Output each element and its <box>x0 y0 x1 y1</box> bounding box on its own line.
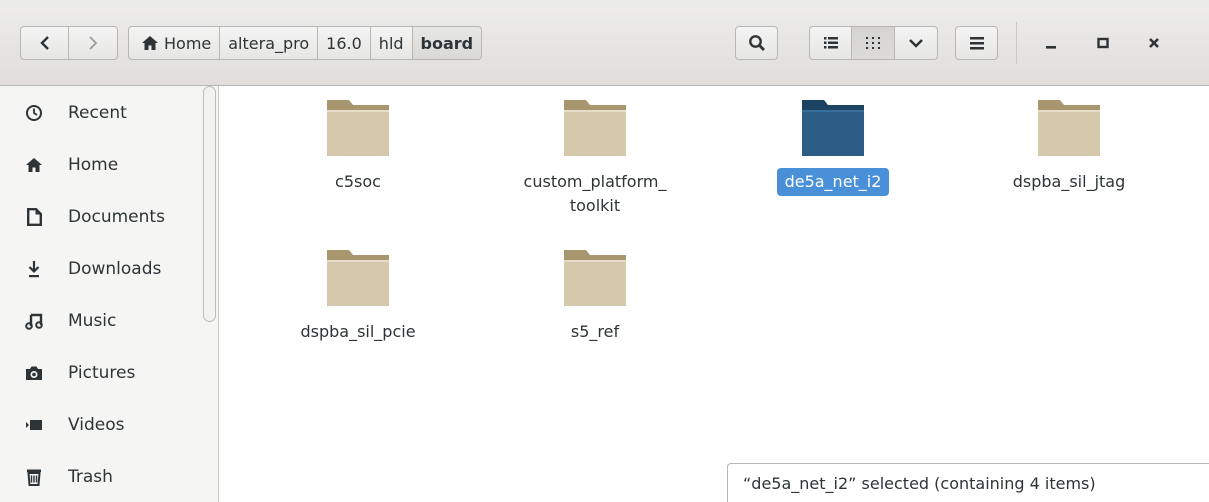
trash-icon <box>24 467 44 487</box>
breadcrumb-label: 16.0 <box>326 33 362 53</box>
sidebar-item-music[interactable]: Music <box>0 296 210 346</box>
sidebar-item-label: Home <box>68 155 119 175</box>
breadcrumb: Home altera_pro 16.0 hld board <box>128 26 483 60</box>
folder-icon <box>1038 100 1100 156</box>
status-bar: “de5a_net_i2” selected (containing 4 ite… <box>727 463 1209 502</box>
home-icon <box>24 155 44 175</box>
header-bar: Home altera_pro 16.0 hld board <box>0 0 1209 86</box>
breadcrumb-label: hld <box>378 33 404 53</box>
folder-icon <box>564 100 626 156</box>
sidebar-item-documents[interactable]: Documents <box>0 192 210 242</box>
chevron-down-icon <box>909 39 923 48</box>
grid-view-button[interactable] <box>852 26 895 60</box>
view-options-button[interactable] <box>895 26 938 60</box>
view-mode-buttons <box>809 26 938 60</box>
folder-icon <box>802 100 864 156</box>
sidebar-item-label: Videos <box>68 415 125 435</box>
sidebar-item-pictures[interactable]: Pictures <box>0 348 210 398</box>
maximize-icon <box>1097 37 1109 49</box>
file-name: c5soc <box>335 172 381 191</box>
navigation-buttons <box>20 26 118 60</box>
maximize-button[interactable] <box>1083 26 1123 60</box>
home-icon <box>142 36 158 50</box>
breadcrumb-hld[interactable]: hld <box>370 26 413 60</box>
breadcrumb-board[interactable]: board <box>412 26 483 60</box>
sidebar: Recent Home Documents Downloads Music Pi… <box>0 86 219 502</box>
folder-item-selected[interactable]: de5a_net_i2 <box>715 96 951 196</box>
folder-item[interactable]: c5soc <box>240 96 476 196</box>
menu-button[interactable] <box>955 26 998 60</box>
clock-icon <box>24 103 44 123</box>
file-name: de5a_net_i2 <box>776 168 890 196</box>
forward-button[interactable] <box>69 26 118 60</box>
close-icon <box>1149 38 1159 48</box>
sidebar-item-videos[interactable]: Videos <box>0 400 210 450</box>
breadcrumb-label: altera_pro <box>228 33 310 53</box>
breadcrumb-16-0[interactable]: 16.0 <box>318 26 371 60</box>
breadcrumb-label: board <box>420 33 474 53</box>
folder-item[interactable]: custom_platform_ toolkit <box>477 96 713 220</box>
camera-icon <box>24 363 44 383</box>
file-name: s5_ref <box>570 322 620 341</box>
breadcrumb-home[interactable]: Home <box>128 26 221 60</box>
download-icon <box>24 259 44 279</box>
chevron-left-icon <box>39 36 49 50</box>
sidebar-item-label: Documents <box>68 207 165 227</box>
header-divider <box>1016 22 1017 64</box>
search-icon <box>748 35 765 51</box>
list-view-icon <box>823 37 838 49</box>
list-view-button[interactable] <box>809 26 852 60</box>
back-button[interactable] <box>20 26 69 60</box>
sidebar-item-label: Pictures <box>68 363 136 383</box>
folder-icon <box>327 250 389 306</box>
folder-item[interactable]: s5_ref <box>477 246 713 346</box>
close-button[interactable] <box>1134 26 1174 60</box>
folder-icon <box>564 250 626 306</box>
file-name: custom_platform_ toolkit <box>523 172 667 215</box>
music-icon <box>24 311 44 331</box>
sidebar-item-label: Trash <box>68 467 113 487</box>
sidebar-item-label: Music <box>68 311 117 331</box>
video-icon <box>24 415 44 435</box>
folder-item[interactable]: dspba_sil_pcie <box>240 246 476 346</box>
sidebar-scrollbar[interactable] <box>203 86 216 322</box>
sidebar-item-downloads[interactable]: Downloads <box>0 244 210 294</box>
sidebar-item-trash[interactable]: Trash <box>0 452 210 502</box>
grid-view-icon <box>866 37 880 49</box>
minimize-icon <box>1046 46 1056 49</box>
breadcrumb-altera-pro[interactable]: altera_pro <box>220 26 319 60</box>
file-name: dspba_sil_pcie <box>300 322 416 341</box>
sidebar-item-home[interactable]: Home <box>0 140 210 190</box>
sidebar-item-recent[interactable]: Recent <box>0 88 210 138</box>
document-icon <box>24 207 44 227</box>
sidebar-item-label: Recent <box>68 103 127 123</box>
folder-item[interactable]: dspba_sil_jtag <box>951 96 1187 196</box>
file-name: dspba_sil_jtag <box>1012 172 1126 191</box>
chevron-right-icon <box>89 36 98 50</box>
breadcrumb-label: Home <box>164 33 212 53</box>
status-text: “de5a_net_i2” selected (containing 4 ite… <box>743 473 1096 493</box>
sidebar-item-label: Downloads <box>68 259 162 279</box>
minimize-button[interactable] <box>1031 26 1071 60</box>
search-button[interactable] <box>735 26 778 60</box>
folder-icon <box>327 100 389 156</box>
menu-icon <box>969 36 984 49</box>
file-grid: c5soc custom_platform_ toolkit de5a_net_… <box>220 86 1209 502</box>
